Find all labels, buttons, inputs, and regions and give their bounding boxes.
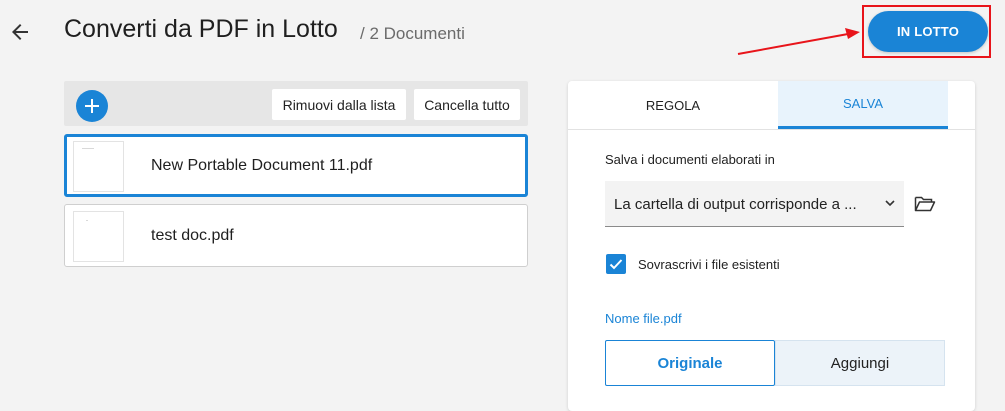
file-list-toolbar: Rimuovi dalla lista Cancella tutto: [64, 81, 528, 126]
settings-panel: REGOLA SALVA Salva i documenti elaborati…: [568, 81, 975, 411]
add-file-button[interactable]: [76, 90, 108, 122]
filename-append-button[interactable]: Aggiungi: [775, 340, 945, 386]
overwrite-label: Sovrascrivi i file esistenti: [638, 257, 780, 272]
file-thumbnail: [73, 211, 124, 262]
folder-open-icon: [914, 196, 936, 212]
document-count: / 2 Documenti: [360, 24, 465, 43]
file-name: New Portable Document 11.pdf: [151, 157, 373, 174]
tab-regola[interactable]: REGOLA: [568, 81, 778, 129]
save-location-label: Salva i documenti elaborati in: [605, 152, 775, 167]
clear-all-button[interactable]: Cancella tutto: [414, 89, 520, 120]
tab-salva[interactable]: SALVA: [778, 81, 948, 129]
file-thumbnail: [73, 141, 124, 192]
batch-convert-button[interactable]: IN LOTTO: [868, 11, 988, 52]
plus-icon: [85, 99, 99, 113]
chevron-down-icon: [885, 200, 895, 207]
arrow-left-icon: [12, 24, 28, 40]
back-button[interactable]: [8, 20, 32, 44]
checkmark-icon: [609, 259, 623, 270]
overwrite-checkbox[interactable]: [606, 254, 626, 274]
output-folder-select[interactable]: La cartella di output corrisponde a ...: [605, 181, 904, 227]
file-item[interactable]: test doc.pdf: [64, 204, 528, 267]
file-name: test doc.pdf: [151, 227, 234, 244]
page-title: Converti da PDF in Lotto: [64, 15, 338, 43]
file-item[interactable]: New Portable Document 11.pdf: [64, 134, 528, 197]
filename-link[interactable]: Nome file.pdf: [605, 311, 682, 326]
browse-folder-button[interactable]: [914, 195, 936, 218]
filename-original-button[interactable]: Originale: [605, 340, 775, 386]
panel-tabs: REGOLA SALVA: [568, 81, 975, 130]
remove-from-list-button[interactable]: Rimuovi dalla lista: [272, 89, 406, 120]
annotation-arrow: [737, 28, 860, 55]
output-folder-value: La cartella di output corrisponde a ...: [614, 196, 857, 213]
